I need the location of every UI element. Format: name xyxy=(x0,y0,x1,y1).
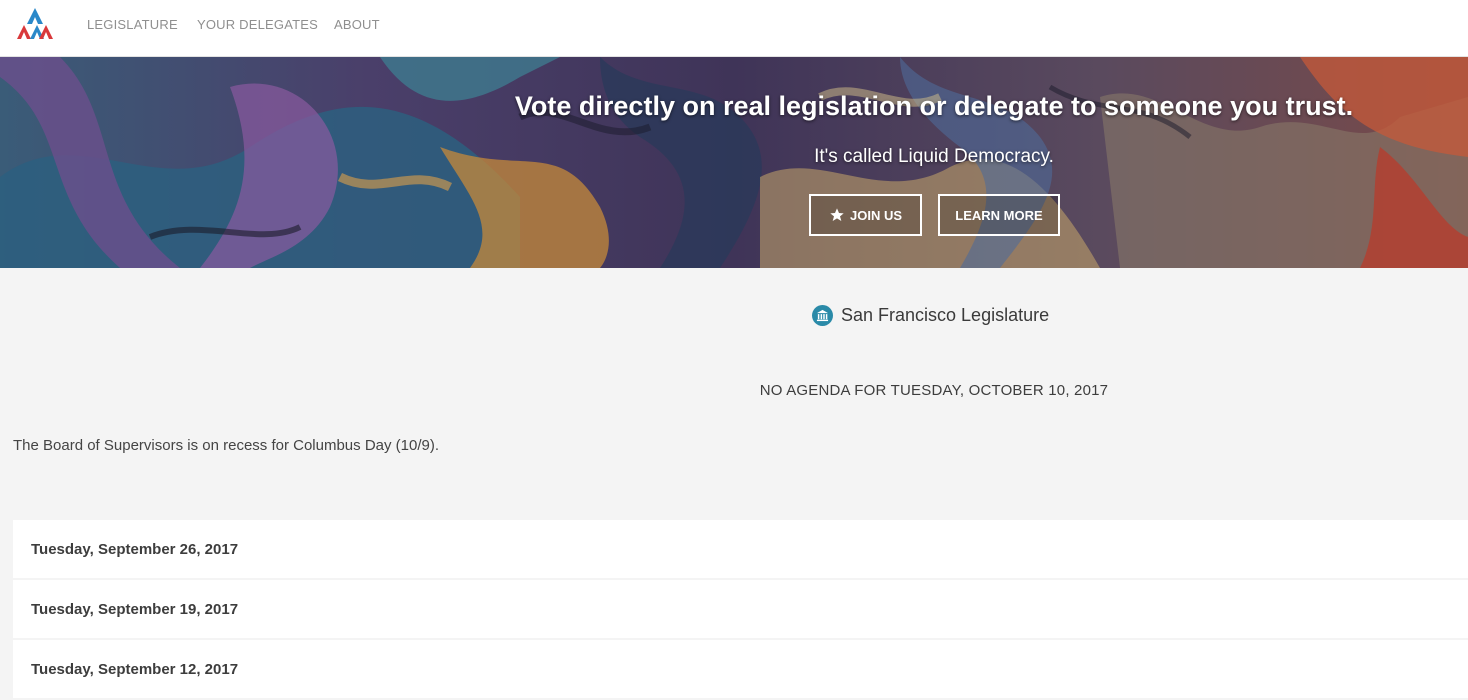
meeting-date: Tuesday, September 12, 2017 xyxy=(31,660,239,678)
hero-subtitle: It's called Liquid Democracy. xyxy=(814,146,1054,167)
star-icon xyxy=(830,208,844,221)
learn-more-button[interactable]: LEARN MORE xyxy=(938,194,1060,236)
hero-banner: Vote directly on real legislation or del… xyxy=(0,57,1468,268)
legislature-title: San Francisco Legislature xyxy=(841,305,1050,325)
learn-more-label: LEARN MORE xyxy=(955,207,1043,223)
nav-link-legislature[interactable]: LEGISLATURE xyxy=(87,17,178,32)
meeting-row[interactable]: Tuesday, September 12, 2017 xyxy=(13,640,1468,698)
hero-title: Vote directly on real legislation or del… xyxy=(514,91,1354,121)
logo-icon[interactable] xyxy=(16,7,54,41)
legislature-heading: San Francisco Legislature xyxy=(812,305,1049,326)
meeting-date: Tuesday, September 26, 2017 xyxy=(31,540,239,558)
capitol-building-icon xyxy=(812,305,833,326)
no-agenda-notice: NO AGENDA FOR TUESDAY, OCTOBER 10, 2017 xyxy=(759,382,1109,399)
meeting-list: Tuesday, September 26, 2017 Tuesday, Sep… xyxy=(13,520,1468,700)
join-us-button[interactable]: JOIN US xyxy=(809,194,922,236)
meeting-date: Tuesday, September 19, 2017 xyxy=(31,600,239,618)
join-us-label: JOIN US xyxy=(849,207,902,223)
nav-link-your-delegates[interactable]: YOUR DELEGATES xyxy=(197,17,318,32)
meeting-row[interactable]: Tuesday, September 26, 2017 xyxy=(13,520,1468,578)
recess-note: The Board of Supervisors is on recess fo… xyxy=(13,437,440,454)
top-navigation: LEGISLATURE YOUR DELEGATES ABOUT xyxy=(0,0,1468,57)
nav-link-about[interactable]: ABOUT xyxy=(334,17,380,32)
meeting-row[interactable]: Tuesday, September 19, 2017 xyxy=(13,580,1468,638)
